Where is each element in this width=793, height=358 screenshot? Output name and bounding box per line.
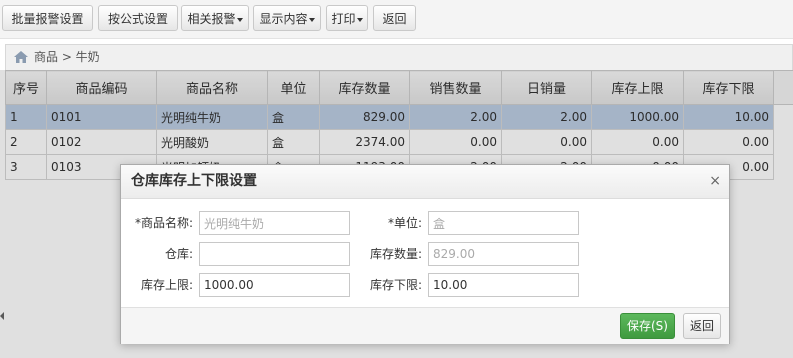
dialog-header: 仓库库存上下限设置 × (121, 165, 729, 199)
upper-limit-label: 库存上限: (140, 278, 193, 292)
stock-limit-dialog: 仓库库存上下限设置 × *商品名称: *单位: 仓库: 库存数量: 库存上限: … (120, 164, 730, 344)
warehouse-label: 仓库: (164, 247, 193, 261)
home-icon[interactable] (14, 51, 28, 63)
stock-qty-label: 库存数量: (369, 247, 422, 261)
chevron-down-icon (356, 17, 363, 22)
warehouse-field[interactable] (199, 242, 350, 266)
batch-alarm-label: 批量报警设置 (11, 12, 84, 26)
display-content-dropdown[interactable]: 显示内容 (253, 5, 321, 31)
close-icon[interactable]: × (709, 165, 721, 198)
formula-label: 按公式设置 (107, 12, 168, 26)
dialog-back-button[interactable]: 返回 (683, 313, 721, 339)
unit-label: *单位: (387, 216, 422, 230)
dialog-title: 仓库库存上下限设置 (131, 173, 257, 189)
print-label: 打印 (331, 12, 356, 26)
stock-qty-field[interactable] (428, 242, 579, 266)
upper-limit-field[interactable] (199, 273, 350, 297)
back-button[interactable]: 返回 (373, 5, 416, 31)
chevron-down-icon (236, 17, 243, 22)
batch-alarm-settings-button[interactable]: 批量报警设置 (2, 5, 93, 31)
toolbar: 批量报警设置 按公式设置 相关报警 显示内容 打印 返回 (0, 0, 793, 39)
back-label: 返回 (382, 12, 407, 26)
chevron-down-icon (308, 17, 315, 22)
related-alarm-dropdown[interactable]: 相关报警 (181, 5, 249, 31)
formula-settings-button[interactable]: 按公式设置 (98, 5, 178, 31)
breadcrumb-text: 商品 > 牛奶 (34, 50, 100, 64)
product-name-label: *商品名称: (134, 216, 193, 230)
breadcrumb: 商品 > 牛奶 (5, 44, 793, 70)
related-alarm-label: 相关报警 (187, 12, 236, 26)
dialog-footer: 保存(S) 返回 (121, 307, 729, 344)
print-dropdown[interactable]: 打印 (326, 5, 368, 31)
display-content-label: 显示内容 (259, 12, 308, 26)
unit-field[interactable] (428, 211, 579, 235)
save-button[interactable]: 保存(S) (620, 313, 675, 339)
product-name-field[interactable] (199, 211, 350, 235)
lower-limit-label: 库存下限: (369, 278, 422, 292)
lower-limit-field[interactable] (428, 273, 579, 297)
